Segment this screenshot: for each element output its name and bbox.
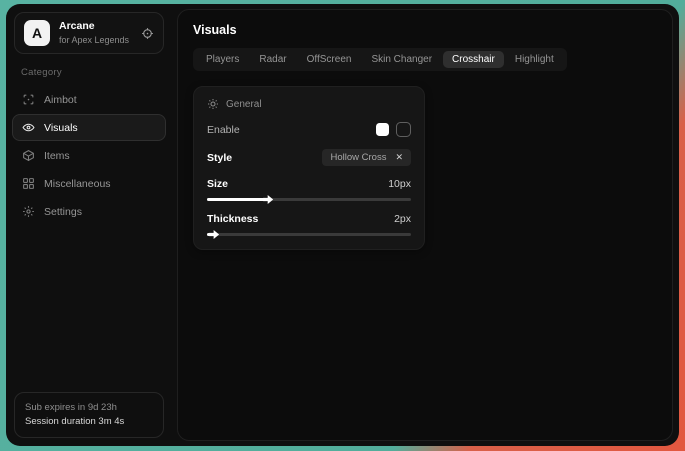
size-slider[interactable]	[207, 198, 411, 201]
general-settings-card: General Enable Style Hollow Cross ✕ Size…	[193, 86, 425, 250]
size-slider-thumb[interactable]	[263, 195, 273, 204]
main-panel: Visuals Players Radar OffScreen Skin Cha…	[177, 9, 673, 441]
thickness-slider-fill	[207, 233, 214, 236]
tab-radar[interactable]: Radar	[250, 51, 295, 68]
thickness-row: Thickness 2px	[207, 213, 411, 225]
color-swatch[interactable]	[376, 123, 389, 136]
tab-players[interactable]: Players	[197, 51, 248, 68]
sidebar-item-items[interactable]: Items	[12, 142, 166, 169]
tab-skin-changer[interactable]: Skin Changer	[362, 51, 441, 68]
size-row: Size 10px	[207, 178, 411, 190]
thickness-slider[interactable]	[207, 233, 411, 236]
size-value: 10px	[388, 178, 411, 190]
thickness-label: Thickness	[207, 213, 258, 225]
visuals-tabbar: Players Radar OffScreen Skin Changer Cro…	[193, 48, 567, 71]
style-clear-icon[interactable]: ✕	[395, 153, 403, 162]
page-title: Visuals	[193, 23, 657, 37]
sidebar-item-aimbot[interactable]: Aimbot	[12, 86, 166, 113]
size-slider-fill	[207, 198, 268, 201]
style-label: Style	[207, 152, 232, 164]
cube-icon	[22, 149, 35, 162]
enable-controls	[376, 122, 411, 137]
tab-highlight[interactable]: Highlight	[506, 51, 563, 68]
sidebar-nav: Aimbot Visuals Items	[6, 86, 172, 225]
gear-icon	[22, 205, 35, 218]
category-label: Category	[21, 67, 172, 78]
app-header-card: A Arcane for Apex Legends	[14, 12, 164, 54]
style-value: Hollow Cross	[330, 152, 386, 163]
style-dropdown[interactable]: Hollow Cross ✕	[322, 149, 411, 166]
session-duration-text: Session duration 3m 4s	[25, 415, 153, 429]
thickness-value: 2px	[394, 213, 411, 225]
general-icon	[207, 98, 219, 110]
sidebar-item-settings[interactable]: Settings	[12, 198, 166, 225]
sidebar-item-visuals[interactable]: Visuals	[12, 114, 166, 141]
app-titles: Arcane for Apex Legends	[59, 20, 132, 46]
sidebar-item-label: Items	[44, 150, 70, 162]
sidebar-item-miscellaneous[interactable]: Miscellaneous	[12, 170, 166, 197]
enable-checkbox[interactable]	[396, 122, 411, 137]
general-card-title: General	[226, 99, 262, 110]
grid-icon	[22, 177, 35, 190]
app-logo: A	[24, 20, 50, 46]
sidebar: A Arcane for Apex Legends Category	[6, 4, 172, 446]
style-row: Style Hollow Cross ✕	[207, 149, 411, 166]
general-card-header: General	[207, 98, 411, 110]
crosshair-icon	[22, 93, 35, 106]
sidebar-item-label: Visuals	[44, 122, 78, 134]
tab-crosshair[interactable]: Crosshair	[443, 51, 504, 68]
sub-expiry-text: Sub expires in 9d 23h	[25, 401, 153, 415]
session-info-card: Sub expires in 9d 23h Session duration 3…	[14, 392, 164, 439]
app-subtitle: for Apex Legends	[59, 35, 132, 46]
size-label: Size	[207, 178, 228, 190]
sidebar-item-label: Settings	[44, 206, 82, 218]
enable-label: Enable	[207, 124, 240, 136]
sidebar-item-label: Aimbot	[44, 94, 77, 106]
eye-icon	[22, 121, 35, 134]
enable-row: Enable	[207, 122, 411, 137]
tab-offscreen[interactable]: OffScreen	[298, 51, 361, 68]
target-icon[interactable]	[141, 27, 154, 40]
sidebar-item-label: Miscellaneous	[44, 178, 111, 190]
app-name: Arcane	[59, 20, 132, 33]
thickness-slider-thumb[interactable]	[209, 230, 219, 239]
app-window: A Arcane for Apex Legends Category	[6, 4, 679, 446]
